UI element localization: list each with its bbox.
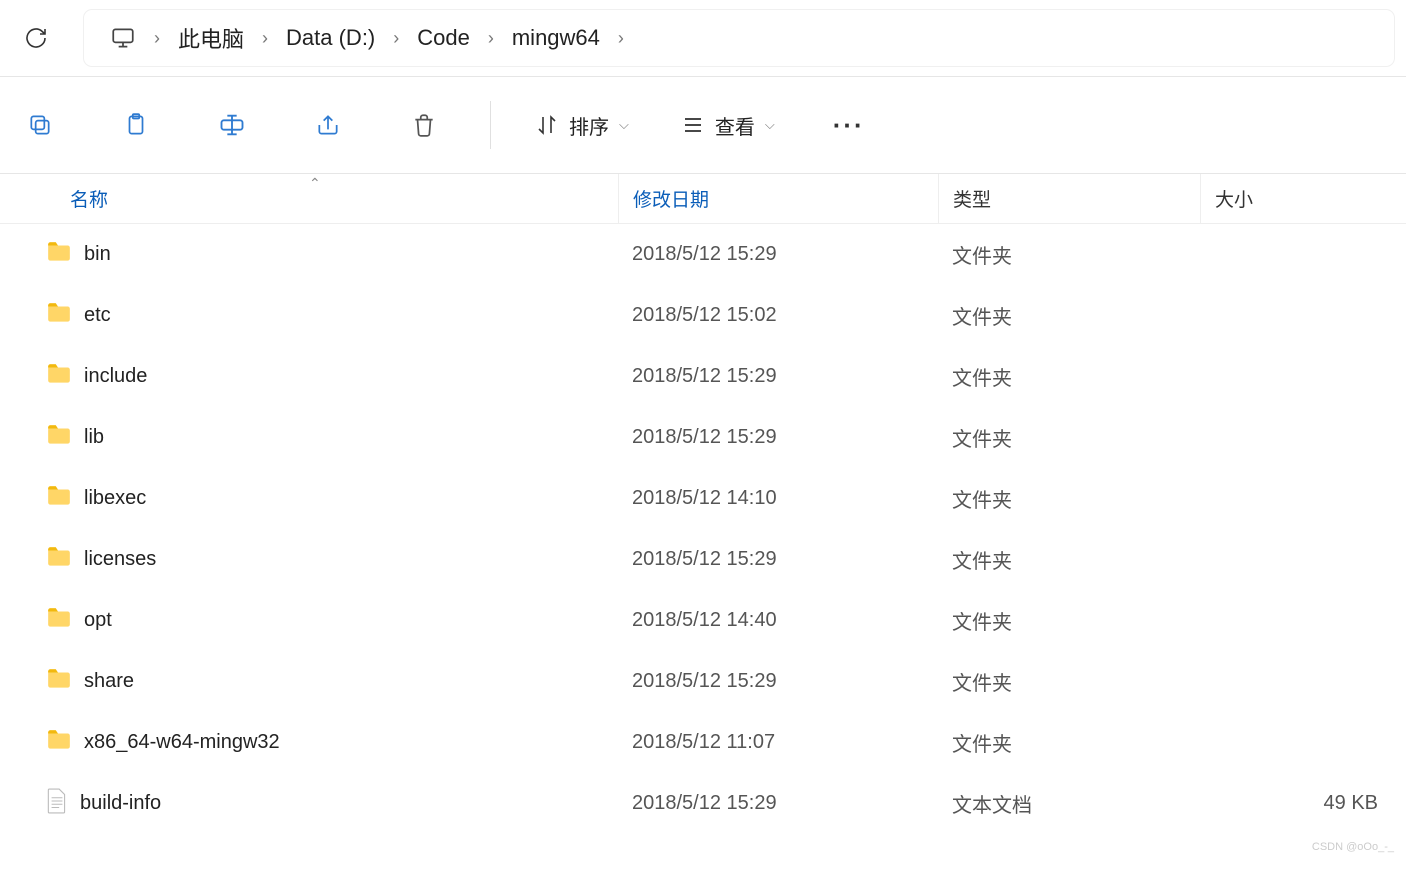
file-date: 2018/5/12 15:29 [618, 548, 938, 571]
breadcrumb[interactable]: › 此电脑 › Data (D:) › Code › mingw64 › [84, 10, 1394, 66]
more-button[interactable]: ··· [827, 103, 871, 147]
folder-icon [46, 485, 72, 513]
file-date: 2018/5/12 15:29 [618, 243, 938, 266]
folder-icon [46, 424, 72, 452]
file-type: 文件夹 [938, 545, 1200, 574]
file-type: 文件夹 [938, 484, 1200, 513]
refresh-button[interactable] [12, 14, 60, 62]
file-name: bin [84, 243, 111, 266]
chevron-right-icon: › [482, 28, 500, 49]
sort-label: 排序 [569, 111, 609, 140]
table-row[interactable]: build-info 2018/5/12 15:29文本文档49 KB [0, 773, 1406, 834]
file-name: etc [84, 304, 111, 327]
file-date: 2018/5/12 14:40 [618, 609, 938, 632]
file-date: 2018/5/12 15:29 [618, 426, 938, 449]
column-headers: 名称 ⌃ 修改日期 类型 大小 [0, 174, 1406, 224]
file-date: 2018/5/12 15:02 [618, 304, 938, 327]
folder-icon [46, 363, 72, 391]
folder-icon [46, 668, 72, 696]
file-name: lib [84, 426, 104, 449]
view-button[interactable]: 查看 ⌵ [681, 111, 775, 140]
folder-icon [46, 302, 72, 330]
file-name: opt [84, 609, 112, 632]
breadcrumb-item[interactable]: 此电脑 [170, 10, 252, 66]
sort-button[interactable]: 排序 ⌵ [535, 111, 629, 140]
file-type: 文件夹 [938, 301, 1200, 330]
this-pc-icon[interactable] [102, 10, 144, 66]
table-row[interactable]: licenses 2018/5/12 15:29文件夹 [0, 529, 1406, 590]
delete-icon[interactable] [402, 103, 446, 147]
chevron-right-icon: › [612, 28, 630, 49]
table-row[interactable]: bin 2018/5/12 15:29文件夹 [0, 224, 1406, 285]
file-date: 2018/5/12 15:29 [618, 670, 938, 693]
column-date[interactable]: 修改日期 [618, 174, 938, 223]
file-name: libexec [84, 487, 146, 510]
copy-icon[interactable] [18, 103, 62, 147]
rename-icon[interactable] [210, 103, 254, 147]
column-type[interactable]: 类型 [938, 174, 1200, 223]
file-type: 文件夹 [938, 362, 1200, 391]
folder-icon [46, 607, 72, 635]
chevron-right-icon: › [387, 28, 405, 49]
file-type: 文件夹 [938, 240, 1200, 269]
breadcrumb-item[interactable]: Code [409, 10, 478, 66]
folder-icon [46, 729, 72, 757]
table-row[interactable]: x86_64-w64-mingw32 2018/5/12 11:07文件夹 [0, 712, 1406, 773]
table-row[interactable]: share 2018/5/12 15:29文件夹 [0, 651, 1406, 712]
chevron-down-icon: ⌵ [765, 117, 775, 133]
table-row[interactable]: libexec 2018/5/12 14:10文件夹 [0, 468, 1406, 529]
watermark: CSDN @oOo_-_ [1312, 841, 1394, 853]
table-row[interactable]: opt 2018/5/12 14:40文件夹 [0, 590, 1406, 651]
column-name[interactable]: 名称 ⌃ [0, 185, 618, 212]
file-name: include [84, 365, 147, 388]
file-icon [46, 788, 68, 820]
file-date: 2018/5/12 15:29 [618, 365, 938, 388]
chevron-right-icon: › [148, 28, 166, 49]
file-date: 2018/5/12 11:07 [618, 731, 938, 754]
file-date: 2018/5/12 14:10 [618, 487, 938, 510]
file-name: licenses [84, 548, 156, 571]
separator [490, 101, 491, 149]
chevron-right-icon: › [256, 28, 274, 49]
sort-asc-icon: ⌃ [309, 175, 321, 192]
file-type: 文本文档 [938, 789, 1200, 818]
file-name: build-info [80, 792, 161, 815]
breadcrumb-item[interactable]: mingw64 [504, 10, 608, 66]
chevron-down-icon: ⌵ [619, 117, 629, 133]
file-type: 文件夹 [938, 667, 1200, 696]
table-row[interactable]: etc 2018/5/12 15:02文件夹 [0, 285, 1406, 346]
file-type: 文件夹 [938, 728, 1200, 757]
file-type: 文件夹 [938, 606, 1200, 635]
file-size: 49 KB [1200, 792, 1406, 815]
share-icon[interactable] [306, 103, 350, 147]
view-label: 查看 [715, 111, 755, 140]
folder-icon [46, 546, 72, 574]
table-row[interactable]: include 2018/5/12 15:29文件夹 [0, 346, 1406, 407]
file-date: 2018/5/12 15:29 [618, 792, 938, 815]
file-name: x86_64-w64-mingw32 [84, 731, 280, 754]
folder-icon [46, 241, 72, 269]
column-name-label: 名称 [70, 185, 108, 212]
file-type: 文件夹 [938, 423, 1200, 452]
table-row[interactable]: lib 2018/5/12 15:29文件夹 [0, 407, 1406, 468]
column-size[interactable]: 大小 [1200, 174, 1406, 223]
breadcrumb-item[interactable]: Data (D:) [278, 10, 383, 66]
paste-icon[interactable] [114, 103, 158, 147]
file-name: share [84, 670, 134, 693]
